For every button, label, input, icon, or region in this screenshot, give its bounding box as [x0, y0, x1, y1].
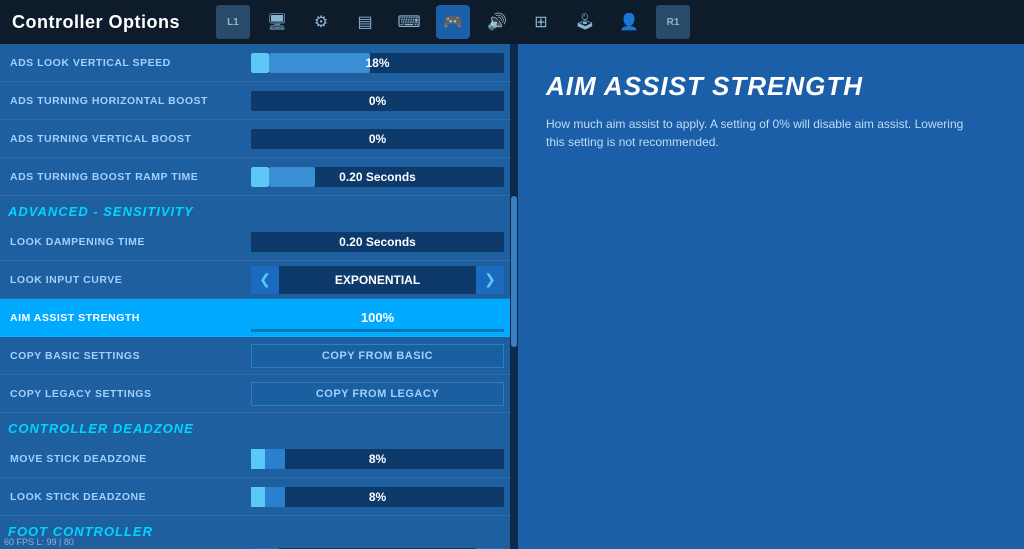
- nav-R1-badge[interactable]: R1: [656, 5, 690, 39]
- value-ads-turning-horizontal-boost: 0%: [251, 94, 504, 108]
- right-panel: AIM ASSIST STRENGTH How much aim assist …: [518, 44, 1024, 549]
- label-ads-turning-vertical-boost: ADS TURNING VERTICAL BOOST: [6, 133, 251, 145]
- label-ads-turning-horizontal-boost: ADS TURNING HORIZONTAL BOOST: [6, 95, 251, 107]
- control-look-stick-deadzone[interactable]: 8%: [251, 487, 504, 507]
- page-title: Controller Options: [12, 12, 180, 33]
- control-copy-legacy-settings[interactable]: COPY FROM LEGACY: [251, 382, 504, 406]
- copy-legacy-button[interactable]: COPY FROM LEGACY: [251, 382, 504, 406]
- setting-row-look-input-curve[interactable]: LOOK INPUT CURVE ❮ EXPONENTIAL ❯: [0, 261, 510, 299]
- setting-row-copy-basic-settings[interactable]: COPY BASIC SETTINGS COPY FROM BASIC: [0, 337, 510, 375]
- label-aim-assist-strength: AIM ASSIST STRENGTH: [6, 312, 251, 324]
- label-move-stick-deadzone: MOVE STICK DEADZONE: [6, 453, 251, 465]
- copy-basic-button[interactable]: COPY FROM BASIC: [251, 344, 504, 368]
- nav-gear-icon[interactable]: ⚙: [304, 5, 338, 39]
- main-layout: ADS LOOK VERTICAL SPEED 18% ADS TURNING …: [0, 44, 1024, 549]
- setting-row-look-stick-deadzone[interactable]: LOOK STICK DEADZONE 8%: [0, 478, 510, 516]
- control-ads-turning-horizontal-boost[interactable]: 0%: [251, 91, 504, 111]
- section-controller-deadzone: CONTROLLER DEADZONE: [0, 413, 510, 440]
- nav-monitor-icon[interactable]: 🖥: [260, 5, 294, 39]
- value-aim-assist-strength: 100%: [361, 310, 394, 325]
- control-ads-turning-vertical-boost[interactable]: 0%: [251, 129, 504, 149]
- nav-list-icon[interactable]: ▤: [348, 5, 382, 39]
- control-copy-basic-settings[interactable]: COPY FROM BASIC: [251, 344, 504, 368]
- label-copy-basic-settings: COPY BASIC SETTINGS: [6, 350, 251, 362]
- setting-row-enable-foot-controller[interactable]: ENABLE FOOT CONTROLLER ❮ OFF ❯: [0, 543, 510, 549]
- value-ads-turning-boost-ramp-time: 0.20 Seconds: [251, 170, 504, 184]
- info-title: AIM ASSIST STRENGTH: [546, 72, 996, 101]
- label-look-stick-deadzone: LOOK STICK DEADZONE: [6, 491, 251, 503]
- value-ads-turning-vertical-boost: 0%: [251, 132, 504, 146]
- label-look-dampening-time: LOOK DAMPENING TIME: [6, 236, 251, 248]
- control-look-input-curve[interactable]: ❮ EXPONENTIAL ❯: [251, 266, 504, 294]
- section-advanced-sensitivity: ADVANCED - SENSITIVITY: [0, 196, 510, 223]
- setting-row-ads-turning-horizontal-boost[interactable]: ADS TURNING HORIZONTAL BOOST 0%: [0, 82, 510, 120]
- setting-row-ads-turning-vertical-boost[interactable]: ADS TURNING VERTICAL BOOST 0%: [0, 120, 510, 158]
- nav-gamepad-icon[interactable]: 🕹: [568, 5, 602, 39]
- control-ads-look-vertical-speed[interactable]: 18%: [251, 53, 504, 73]
- scrollbar[interactable]: [510, 44, 518, 549]
- info-description: How much aim assist to apply. A setting …: [546, 115, 966, 151]
- setting-row-ads-look-vertical-speed[interactable]: ADS LOOK VERTICAL SPEED 18%: [0, 44, 510, 82]
- look-input-curve-left-arrow[interactable]: ❮: [251, 266, 279, 294]
- value-look-input-curve: EXPONENTIAL: [279, 273, 476, 287]
- nav-keyboard-icon[interactable]: ⌨: [392, 5, 426, 39]
- value-look-stick-deadzone: 8%: [251, 490, 504, 504]
- section-foot-controller: FOOT CONTROLLER: [0, 516, 510, 543]
- value-ads-look-vertical-speed: 18%: [251, 56, 504, 70]
- left-panel: ADS LOOK VERTICAL SPEED 18% ADS TURNING …: [0, 44, 510, 549]
- fps-counter: 60 FPS L: 99 | 80: [4, 537, 74, 547]
- nav-audio-icon[interactable]: 🔊: [480, 5, 514, 39]
- top-bar: Controller Options L1 🖥 ⚙ ▤ ⌨ 🎮 🔊 ⊞ 🕹 👤 …: [0, 0, 1024, 44]
- control-aim-assist-strength[interactable]: 100%: [251, 304, 504, 332]
- nav-network-icon[interactable]: ⊞: [524, 5, 558, 39]
- setting-row-move-stick-deadzone[interactable]: MOVE STICK DEADZONE 8%: [0, 440, 510, 478]
- nav-controller-icon[interactable]: 🎮: [436, 5, 470, 39]
- label-ads-look-vertical-speed: ADS LOOK VERTICAL SPEED: [6, 57, 251, 69]
- label-ads-turning-boost-ramp-time: ADS TURNING BOOST RAMP TIME: [6, 171, 251, 183]
- setting-row-aim-assist-strength[interactable]: AIM ASSIST STRENGTH 100%: [0, 299, 510, 337]
- control-look-dampening-time[interactable]: 0.20 Seconds: [251, 232, 504, 252]
- setting-row-look-dampening-time[interactable]: LOOK DAMPENING TIME 0.20 Seconds: [0, 223, 510, 261]
- control-ads-turning-boost-ramp-time[interactable]: 0.20 Seconds: [251, 167, 504, 187]
- label-look-input-curve: LOOK INPUT CURVE: [6, 274, 251, 286]
- nav-user-icon[interactable]: 👤: [612, 5, 646, 39]
- value-move-stick-deadzone: 8%: [251, 452, 504, 466]
- look-input-curve-right-arrow[interactable]: ❯: [476, 266, 504, 294]
- control-move-stick-deadzone[interactable]: 8%: [251, 449, 504, 469]
- nav-L1-badge[interactable]: L1: [216, 5, 250, 39]
- label-copy-legacy-settings: COPY LEGACY SETTINGS: [6, 388, 251, 400]
- nav-icons: L1 🖥 ⚙ ▤ ⌨ 🎮 🔊 ⊞ 🕹 👤 R1: [216, 5, 690, 39]
- setting-row-copy-legacy-settings[interactable]: COPY LEGACY SETTINGS COPY FROM LEGACY: [0, 375, 510, 413]
- setting-row-ads-turning-boost-ramp-time[interactable]: ADS TURNING BOOST RAMP TIME 0.20 Seconds: [0, 158, 510, 196]
- value-look-dampening-time: 0.20 Seconds: [251, 235, 504, 249]
